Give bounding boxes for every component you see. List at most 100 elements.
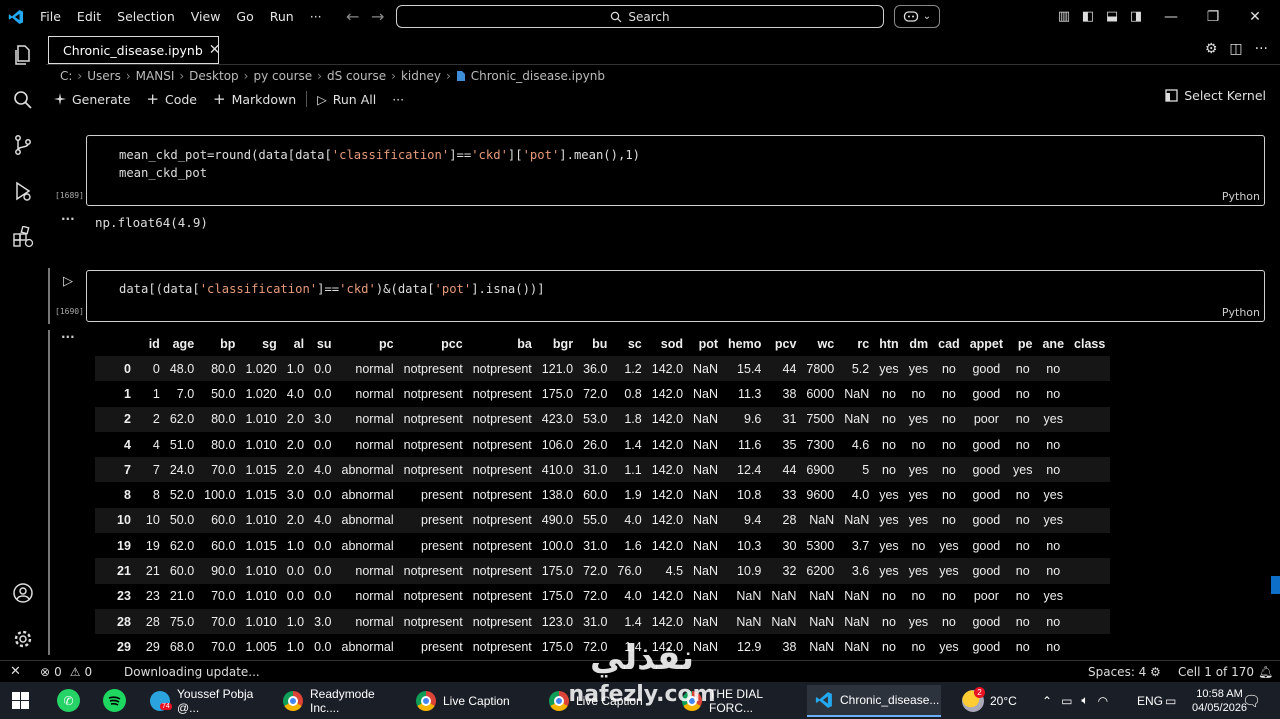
table-cell: no [882,437,896,452]
menu-view[interactable]: View [183,0,229,33]
table-cell: 1.020 [240,356,282,382]
indentation-status[interactable]: Spaces: 4 [1088,665,1146,679]
toolbar-more-button[interactable]: ··· [384,92,412,107]
account-icon[interactable] [11,581,35,605]
windows-start-icon[interactable] [12,692,29,712]
close-tab-icon[interactable]: ✕ [209,42,221,58]
breadcrumb-item[interactable]: MANSI [136,69,175,83]
code-cell-input[interactable]: data[(data['classification']=='ckd')&(da… [86,270,1265,322]
problems-indicator[interactable]: ⊗ 0 ⚠ 0 [40,665,92,679]
toggle-secondary-sidebar-icon[interactable]: ◨ [1124,9,1148,24]
table-cell: notpresent [467,457,537,483]
taskbar-app-vscode[interactable]: Chronic_disease... [807,685,941,717]
breadcrumb-item[interactable]: Chronic_disease.ipynb [471,69,605,83]
table-cell: 52.0 [169,488,195,503]
table-cell: 490.0 [536,507,579,534]
code-cell-input[interactable]: mean_ckd_pot=round(data[data['classifica… [86,135,1265,206]
table-cell: 1.020 [245,386,277,401]
toggle-sidebar-icon[interactable]: ◧ [1076,9,1100,24]
taskbar-app-chrome[interactable]: Live Caption [541,685,667,717]
taskbar-app-chrome[interactable]: Live Caption [408,685,534,717]
taskbar-app-chrome[interactable]: Readymode Inc.... [275,685,401,717]
source-control-icon[interactable] [11,133,35,157]
search-icon[interactable] [11,88,35,112]
minimize-icon[interactable]: — [1150,9,1192,25]
cell-language-label[interactable]: Python [1222,190,1260,203]
wifi-icon[interactable]: ◠ [1098,694,1108,708]
notifications-bell-icon[interactable]: 🔔︎ [1258,665,1273,679]
code-line[interactable]: data[(data['classification']=='ckd')&(da… [119,280,545,298]
table-cell: notpresent [472,488,532,503]
tab-chronic-disease[interactable]: Chronic_disease.ipynb ✕ [48,36,221,64]
whatsapp-icon[interactable]: ✆ [57,689,80,712]
command-search-box[interactable]: Search [396,5,884,28]
breadcrumb-item[interactable]: dS course [327,69,386,83]
split-editor-icon[interactable]: ◫ [1229,41,1242,57]
menu-go[interactable]: Go [228,0,261,33]
output-more-icon[interactable]: ··· [61,212,75,226]
spotify-icon[interactable] [103,689,126,712]
menu-selection[interactable]: Selection [109,0,183,33]
breadcrumb-item[interactable]: Users [87,69,121,83]
taskbar-app-chrome[interactable]: THE DIAL FORC... [674,685,800,717]
table-cell: no [882,639,896,654]
taskbar-app-telegram[interactable]: 74 Youssef Pobja @... [142,685,268,717]
table-cell: 8 [152,488,160,503]
toggle-panel-icon[interactable]: ⬓ [1100,9,1124,24]
table-cell: NaN [693,386,719,401]
select-kernel-button[interactable]: Select Kernel [1165,88,1266,103]
menu-more[interactable]: ··· [302,0,330,33]
menu-file[interactable]: File [32,0,69,33]
show-hidden-icons-icon[interactable]: ⌃ [1042,694,1052,708]
add-code-cell-button[interactable]: + Code [138,90,205,108]
table-cell: 5.2 [839,356,875,382]
close-icon[interactable]: ✕ [1234,9,1276,25]
extensions-icon[interactable] [11,225,35,249]
kernel-icon [1165,89,1178,102]
notebook-settings-gear-icon[interactable]: ⚙ [1205,41,1218,57]
output-more-icon[interactable]: ··· [61,330,75,344]
table-cell: no [1008,507,1038,534]
explorer-icon[interactable] [11,43,35,67]
code-line[interactable]: mean_ckd_pot [119,164,207,182]
temperature-label: 20°C [990,693,1017,708]
run-all-button[interactable]: ▷ Run All [309,92,384,107]
phone-link-icon[interactable]: ▭ [1061,694,1072,708]
remote-icon[interactable]: ✕ [10,664,21,679]
cell-toolbar-icon[interactable]: ⚙ [1150,665,1161,679]
copilot-button[interactable]: ⌄ [894,5,940,28]
breadcrumb-item[interactable]: Desktop [189,69,239,83]
run-debug-icon[interactable] [11,179,35,203]
cell-language-label[interactable]: Python [1222,306,1260,319]
notification-center-icon[interactable]: 🗨︎ [1242,682,1261,719]
breadcrumb-item[interactable]: C: [60,69,72,83]
add-markdown-cell-button[interactable]: + Markdown [205,90,304,108]
run-cell-icon[interactable]: ▷ [63,274,73,289]
cell-position-status[interactable]: Cell 1 of 170 [1178,665,1254,679]
table-cell: 5 [839,457,875,483]
clock[interactable]: 10:58 AM 04/05/2026 [1192,682,1247,719]
table-cell: 1.0 [281,608,310,635]
forward-arrow-icon[interactable]: → [365,7,390,26]
weather-widget[interactable]: 2 20°C [962,682,1017,719]
generate-button[interactable]: Generate [46,92,138,107]
table-cell: 0 [140,356,165,382]
code-line[interactable]: mean_ckd_pot=round(data[data['classifica… [119,146,640,164]
scrollbar-thumb[interactable] [1271,576,1280,594]
table-cell: normal [355,437,394,452]
menu-edit[interactable]: Edit [69,0,109,33]
laptop-icon[interactable]: ▭ [1165,682,1176,719]
input-language[interactable]: ENG [1137,682,1163,719]
breadcrumb-item[interactable]: kidney [401,69,441,83]
menu-run[interactable]: Run [262,0,302,33]
customize-layout-icon[interactable]: ▥ [1052,9,1076,24]
more-actions-icon[interactable]: ··· [1255,41,1268,57]
back-arrow-icon[interactable]: ← [340,7,365,26]
breadcrumb-item[interactable]: py course [253,69,312,83]
settings-gear-icon[interactable] [11,627,35,651]
volume-icon[interactable]: 🔈︎ [1081,693,1088,708]
table-cell: 423.0 [536,406,579,432]
table-cell [1069,558,1111,584]
table-cell: 4.0 [309,507,337,534]
restore-icon[interactable]: ❐ [1192,9,1234,25]
